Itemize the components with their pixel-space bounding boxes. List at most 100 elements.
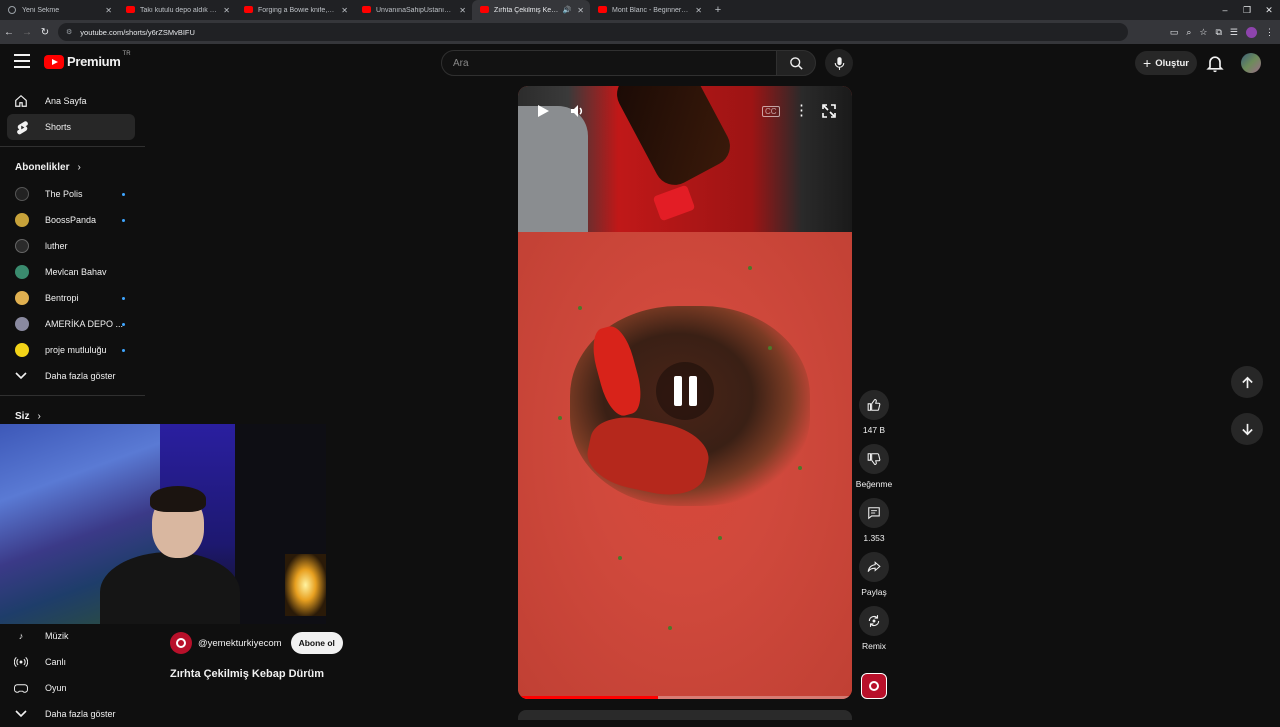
gaming-icon [14,681,28,695]
subscription-item[interactable]: Bentropi [0,285,145,311]
next-short-preview[interactable] [518,710,852,720]
account-avatar[interactable] [1241,53,1261,73]
comments-button[interactable]: 1.353 [853,498,895,543]
close-tab-icon[interactable]: ✕ [341,6,348,15]
sidebar: Ana Sayfa Shorts Abonelikler › The Polis … [0,88,145,430]
close-tab-icon[interactable]: ✕ [223,6,230,15]
zoom-icon[interactable]: ⌕ [1186,27,1191,38]
chevron-down-icon [14,369,28,383]
reload-icon[interactable]: ↻ [36,27,54,38]
close-tab-icon[interactable]: ✕ [105,6,112,15]
video-title[interactable]: Zırhta Çekilmiş Kebap Dürüm [170,668,324,680]
mute-button[interactable] [570,104,586,123]
close-window-icon[interactable]: ✕ [1258,0,1280,20]
short-video-player[interactable]: CC ⋮ [518,86,852,699]
share-button[interactable]: Paylaş [853,552,895,597]
new-content-dot [122,323,125,326]
subscription-item[interactable]: BoossPanda [0,207,145,233]
fullscreen-button[interactable] [822,104,836,123]
new-content-dot [122,193,125,196]
browser-tab[interactable]: ÜnvanınaSahipUstanınYaptığı✕ [354,0,472,20]
back-icon[interactable]: ← [0,27,18,38]
short-actions: 147 B Beğenme 1.353 Paylaş Remix [853,390,895,660]
channel-avatar [15,291,29,305]
sidebar-item-gaming[interactable]: Oyun [0,675,145,701]
channel-avatar[interactable] [170,632,192,654]
voice-search-button[interactable] [825,49,853,77]
sidebar-item-music[interactable]: ♪ Müzik [0,623,145,649]
browser-menu-icon[interactable]: ⋮ [1265,27,1274,38]
more-options-icon[interactable]: ⋮ [794,101,809,119]
browser-tab[interactable]: Mont Blanc - Beginner climb✕ [590,0,708,20]
search-input[interactable]: Ara [441,50,777,76]
new-tab-button[interactable]: + [708,4,728,16]
maximize-icon[interactable]: ❐ [1236,0,1258,20]
channel-name[interactable]: @yemekturkiyecom [198,638,282,649]
close-tab-icon[interactable]: ✕ [695,6,702,15]
browser-tab-active[interactable]: Zırhta Çekilmiş Kebap Dürü🔊✕ [472,0,590,20]
new-content-dot [122,297,125,300]
bell-icon [1206,56,1224,73]
pause-button[interactable] [656,362,714,420]
create-button[interactable]: + Oluştur [1135,51,1197,75]
sound-source-avatar[interactable] [861,673,887,699]
site-info-icon[interactable]: ⚙ [66,28,72,36]
url-field[interactable]: ⚙ youtube.com/shorts/y6rZSMvBIFU [58,23,1128,41]
webcam-lamp [285,554,326,616]
profile-avatar[interactable] [1246,26,1257,38]
youtube-favicon [244,6,253,13]
subscription-item[interactable]: Mevlcan Bahav [0,259,145,285]
subscription-item[interactable]: The Polis [0,181,145,207]
sidebar-item-home[interactable]: Ana Sayfa [0,88,145,114]
play-button[interactable] [536,104,550,123]
captions-icon[interactable]: CC [762,106,780,117]
remix-icon [859,606,889,636]
subscriptions-header[interactable]: Abonelikler › [0,153,145,181]
dislike-button[interactable]: Beğenme [853,444,895,489]
extensions-icon[interactable]: ⧉ [1215,27,1221,38]
sidebar-item-live[interactable]: Canlı [0,649,145,675]
new-content-dot [122,219,125,222]
forward-icon[interactable]: → [18,27,36,38]
minimize-icon[interactable]: – [1214,0,1236,20]
speaker-icon[interactable]: 🔊 [563,6,572,14]
reading-list-icon[interactable]: ☰ [1230,27,1238,38]
music-icon: ♪ [18,631,24,641]
channel-avatar [15,265,29,279]
browser-tab[interactable]: Yeni Sekme ✕ [0,0,118,20]
youtube-header: Premium TR Ara + Oluştur [0,44,1280,84]
remix-button[interactable]: Remix [853,606,895,651]
channel-avatar [15,317,29,331]
next-short-button[interactable] [1231,413,1263,445]
show-more-button[interactable]: Daha fazla göster [0,701,145,727]
notifications-button[interactable] [1205,53,1225,73]
share-icon [859,552,889,582]
microphone-icon [834,56,844,70]
close-tab-icon[interactable]: ✕ [459,6,466,15]
youtube-logo[interactable]: Premium TR [44,51,131,69]
volume-icon [571,105,583,117]
webcam-overlay [0,424,326,624]
arrow-down-icon [1241,423,1253,435]
cast-icon[interactable]: ▭ [1170,27,1179,38]
youtube-favicon [126,6,135,13]
previous-short-button[interactable] [1231,366,1263,398]
browser-tab[interactable]: Forging a Bowie knife, the com✕ [236,0,354,20]
show-more-button[interactable]: Daha fazla göster [0,363,145,389]
bookmark-star-icon[interactable]: ☆ [1199,27,1207,38]
subscribe-button[interactable]: Abone ol [290,632,343,654]
close-tab-icon[interactable]: ✕ [577,6,584,15]
subscription-item[interactable]: proje mutluluğu [0,337,145,363]
search-button[interactable] [776,50,816,76]
video-progress-bar[interactable] [518,696,852,699]
chevron-right-icon: › [77,161,81,173]
fullscreen-icon [822,104,836,118]
menu-icon[interactable] [14,54,30,68]
subscription-item[interactable]: AMERİKA DEPO ... [0,311,145,337]
browser-tab[interactable]: Takı kutulu depo aldık - YouTube✕ [118,0,236,20]
like-button[interactable]: 147 B [853,390,895,435]
sidebar-item-shorts[interactable]: Shorts [7,114,135,140]
subscription-item[interactable]: luther [0,233,145,259]
pause-icon [673,376,682,406]
webcam-streamer [100,486,240,624]
